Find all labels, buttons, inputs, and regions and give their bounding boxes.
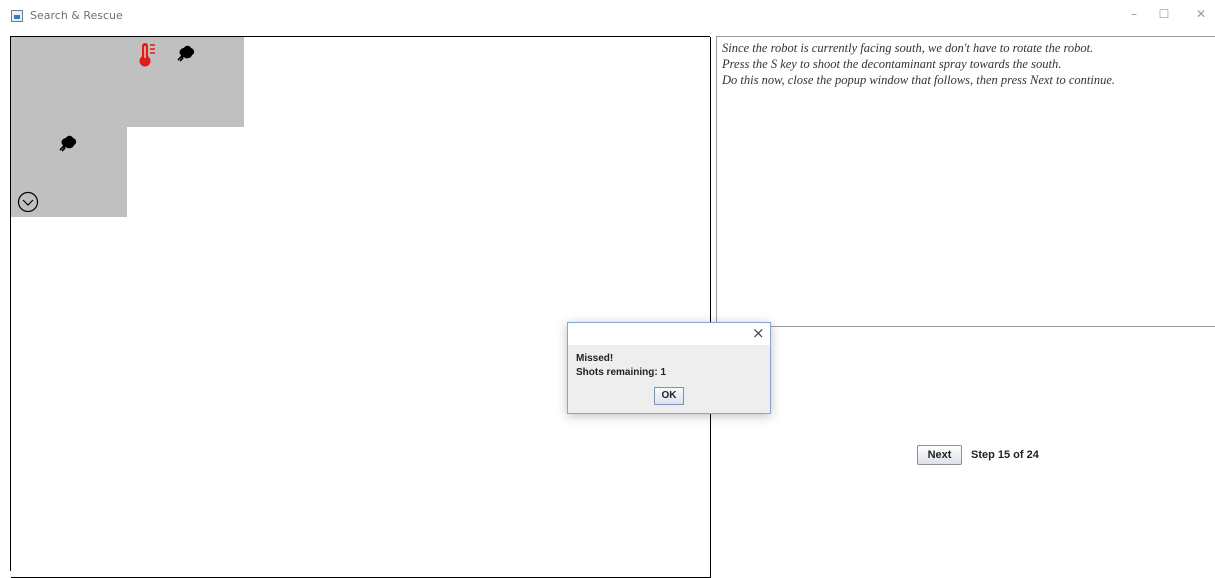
grid-cell-2-1 <box>127 217 245 308</box>
grid-cell-2-3 <box>360 217 478 308</box>
grid-cell-2-2 <box>244 217 361 308</box>
grid-cell-3-1 <box>127 307 245 398</box>
grid-cell-5-1 <box>127 487 245 578</box>
control-panel <box>716 327 1215 571</box>
grid-cell-4-0 <box>11 397 128 488</box>
debris-icon <box>176 43 196 68</box>
ok-button[interactable]: OK <box>654 387 684 405</box>
dialog-close-button[interactable]: × <box>752 325 765 341</box>
instruction-line: Do this now, close the popup window that… <box>722 73 1116 87</box>
instruction-line: Since the robot is currently facing sout… <box>722 41 1094 55</box>
grid-cell-1-1 <box>127 127 245 218</box>
grid-cell-3-0 <box>11 307 128 398</box>
grid-cell-0-4 <box>477 37 595 128</box>
grid-cell-2-0 <box>11 217 128 308</box>
next-button[interactable]: Next <box>917 445 962 465</box>
grid-cell-4-2 <box>244 397 361 488</box>
grid-cell-0-3 <box>360 37 478 128</box>
app-icon <box>11 10 23 22</box>
grid-cell-0-0 <box>11 37 128 128</box>
grid-cell-1-4 <box>477 127 595 218</box>
grid-cell-4-3 <box>360 397 478 488</box>
grid-cell-5-2 <box>244 487 361 578</box>
grid-cell-5-4 <box>477 487 595 578</box>
window-title-bar: Search & Rescue – ☐ ✕ <box>0 0 1215 32</box>
close-window-button[interactable]: ✕ <box>1190 6 1212 22</box>
thermometer-icon <box>137 41 157 72</box>
grid-cell-2-4 <box>477 217 595 308</box>
instruction-line: Press the S key to shoot the decontamina… <box>722 57 1062 71</box>
maximize-button[interactable]: ☐ <box>1153 6 1175 22</box>
window-title: Search & Rescue <box>30 9 123 22</box>
grid-cell-1-2 <box>244 127 361 218</box>
dialog-title-bar: × <box>568 323 770 345</box>
dialog-message: Missed! <box>576 353 614 364</box>
grid-cell-5-0 <box>11 487 128 578</box>
search-grid <box>10 36 711 578</box>
grid-cell-5-5 <box>594 487 711 578</box>
grid-cell-1-5 <box>594 127 711 218</box>
grid-cell-1-0 <box>11 127 128 218</box>
instruction-panel: Since the robot is currently facing sout… <box>716 36 1215 327</box>
grid-cell-0-5 <box>594 37 711 128</box>
minimize-button[interactable]: – <box>1123 6 1145 22</box>
grid-cell-1-3 <box>360 127 478 218</box>
grid-cell-2-5 <box>594 217 711 308</box>
grid-cell-3-2 <box>244 307 361 398</box>
grid-cell-3-3 <box>360 307 478 398</box>
grid-cell-0-1 <box>127 37 245 128</box>
grid-cell-4-1 <box>127 397 245 488</box>
message-dialog: × Missed! Shots remaining: 1 OK <box>567 322 771 414</box>
grid-cell-0-2 <box>244 37 361 128</box>
step-counter: Step 15 of 24 <box>971 449 1039 461</box>
robot-facing-south-icon <box>17 191 39 218</box>
grid-cell-5-3 <box>360 487 478 578</box>
dialog-shots-remaining: Shots remaining: 1 <box>576 367 667 378</box>
debris-icon <box>58 133 78 158</box>
